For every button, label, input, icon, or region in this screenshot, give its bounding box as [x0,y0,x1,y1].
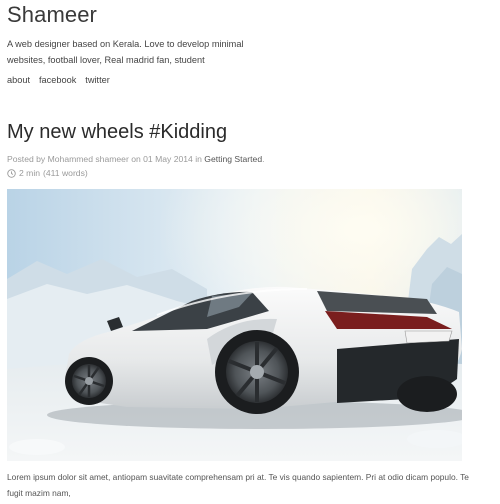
word-count: (411 words) [43,168,88,178]
post-excerpt: Lorem ipsum dolor sit amet, antiopam sua… [7,472,469,498]
site-title[interactable]: Shameer [7,2,97,28]
social-nav: about facebook twitter [7,75,110,85]
reading-info: 2 min (411 words) [7,168,88,178]
nav-link-twitter[interactable]: twitter [85,75,110,85]
nav-link-about[interactable]: about [7,75,30,85]
clock-icon [7,168,16,178]
post-meta-suffix: . [262,154,265,164]
site-bio: A web designer based on Kerala. Love to … [7,39,244,65]
sports-car-image [7,189,462,461]
post-title[interactable]: My new wheels #Kidding [7,121,227,144]
nav-link-facebook[interactable]: facebook [39,75,76,85]
category-link[interactable]: Getting Started [204,154,262,164]
post-meta: Posted by Mohammed shameer on 01 May 201… [7,154,265,164]
hero-image [7,189,462,461]
reading-time: 2 min [19,168,41,178]
post-meta-prefix: Posted by Mohammed shameer on 01 May 201… [7,154,202,164]
